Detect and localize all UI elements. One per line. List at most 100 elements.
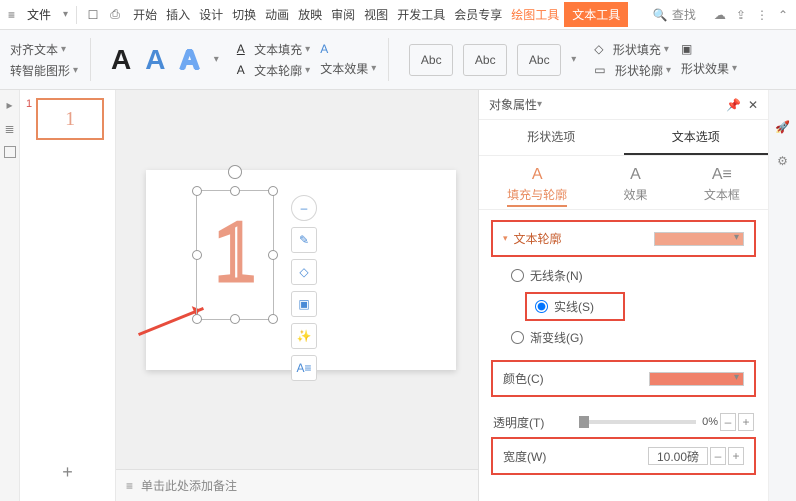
shape-style-1[interactable]: Abc <box>409 44 453 76</box>
opacity-increase[interactable]: + <box>738 413 754 431</box>
tab-design[interactable]: 设计 <box>195 2 227 27</box>
tab-shape-options[interactable]: 形状选项 <box>479 120 624 155</box>
share-icon[interactable]: ⇪ <box>736 8 746 22</box>
style-a1[interactable]: A <box>111 44 131 76</box>
shape-effect-label: 形状效果 <box>681 60 729 77</box>
wordart-styles[interactable]: A A A ▾ <box>103 34 227 85</box>
canvas-area: 1 – ✎ ◇ ▣ ✨ A≡ ≡ 单击此处添加备注 <box>116 90 478 501</box>
cloud-icon[interactable]: ☁ <box>714 8 726 22</box>
style-a3[interactable]: A <box>180 44 200 76</box>
shape-style-3[interactable]: Abc <box>517 44 561 76</box>
tab-insert[interactable]: 插入 <box>162 2 194 27</box>
more-icon[interactable]: ⋮ <box>756 8 768 22</box>
ribbon: 对齐文本▾ 转智能图形▾ A A A ▾ A 文本填充▾ A 文本轮廓▾ A 文… <box>0 30 796 90</box>
resize-handle[interactable] <box>268 250 278 260</box>
smart-graphic-button[interactable]: 转智能图形▾ <box>10 62 78 79</box>
search-box[interactable]: 🔍 查找 <box>653 6 696 23</box>
settings-icon[interactable]: ⚙ <box>777 154 788 168</box>
color-label: 颜色(C) <box>503 370 583 387</box>
tab-transition[interactable]: 切换 <box>228 2 260 27</box>
opacity-label: 透明度(T) <box>493 414 573 431</box>
tab-view[interactable]: 视图 <box>360 2 392 27</box>
notes-icon: ≡ <box>126 479 133 493</box>
resize-handle[interactable] <box>268 314 278 324</box>
resize-handle[interactable] <box>230 314 240 324</box>
rocket-icon[interactable]: 🚀 <box>775 120 790 134</box>
style-a2[interactable]: A <box>145 44 165 76</box>
resize-handle[interactable] <box>192 250 202 260</box>
resize-handle[interactable] <box>268 186 278 196</box>
width-increase[interactable]: + <box>728 447 744 465</box>
dropdown-icon[interactable]: ▾ <box>63 9 68 20</box>
tool-text-format[interactable]: A≡ <box>291 355 317 381</box>
text-fill-button[interactable]: A 文本填充▾ <box>237 41 310 58</box>
tab-member[interactable]: 会员专享 <box>450 2 506 27</box>
slide-view-icon[interactable] <box>4 146 16 158</box>
tab-animation[interactable]: 动画 <box>261 2 293 27</box>
thumbnail-1[interactable]: 1 <box>36 98 104 140</box>
title-bar: ≡ 文件 ▾ ☐ ⎙ 开始 插入 设计 切换 动画 放映 审阅 视图 开发工具 … <box>0 0 796 30</box>
shape-styles[interactable]: Abc Abc Abc ▾ <box>401 34 584 85</box>
subtab-effect[interactable]: A效果 <box>623 166 647 203</box>
selected-textbox[interactable]: 1 <box>196 190 274 320</box>
subtab-fill-outline[interactable]: A填充与轮廓 <box>507 166 567 203</box>
pin-icon[interactable]: 📌 <box>726 98 741 112</box>
opacity-decrease[interactable]: – <box>720 413 736 431</box>
collapse-icon[interactable]: ▾ <box>503 233 508 244</box>
tool-fill[interactable]: ◇ <box>291 259 317 285</box>
floating-toolbar: – ✎ ◇ ▣ ✨ A≡ <box>291 195 317 381</box>
tool-highlight[interactable]: ✨ <box>291 323 317 349</box>
properties-panel: 对象属性 ▾ 📌 ✕ 形状选项 文本选项 A填充与轮廓 A效果 A≡文本框 ▾ 文… <box>478 90 768 501</box>
tab-text-tools[interactable]: 文本工具 <box>564 2 628 27</box>
collapse-ribbon-icon[interactable]: ⌃ <box>778 8 788 22</box>
tab-text-options[interactable]: 文本选项 <box>624 120 769 155</box>
text-outline-button[interactable]: A 文本轮廓▾ <box>237 62 310 79</box>
shape-style-2[interactable]: Abc <box>463 44 507 76</box>
search-label: 查找 <box>672 6 696 23</box>
radio-no-line[interactable]: 无线条(N) <box>511 267 756 284</box>
shape-effect-button[interactable]: ▣ <box>681 42 737 56</box>
radio-solid-line[interactable]: 实线(S) <box>525 292 625 321</box>
outline-color-preview[interactable] <box>654 232 744 246</box>
outline-icon[interactable]: ▸ <box>6 98 12 112</box>
tab-review[interactable]: 审阅 <box>327 2 359 27</box>
outline-section-highlight: ▾ 文本轮廓 <box>491 220 756 257</box>
shape-outline-button[interactable]: ▭ 形状轮廓▾ <box>594 62 671 79</box>
close-icon[interactable]: ✕ <box>748 98 758 112</box>
wordart-text[interactable]: 1 <box>197 191 273 311</box>
shape-fill-button[interactable]: ◇ 形状填充▾ <box>594 41 671 58</box>
menu-icon[interactable]: ≡ <box>8 8 15 22</box>
file-menu[interactable]: 文件 <box>21 4 57 25</box>
slide[interactable]: 1 – ✎ ◇ ▣ ✨ A≡ <box>146 170 456 370</box>
color-picker[interactable] <box>649 372 744 386</box>
opacity-slider[interactable] <box>579 420 696 424</box>
rotate-handle[interactable] <box>228 165 242 179</box>
thumb-number-1: 1 <box>26 98 32 140</box>
tool-collapse[interactable]: – <box>291 195 317 221</box>
resize-handle[interactable] <box>230 186 240 196</box>
section-outline-title: 文本轮廓 <box>514 230 562 247</box>
tool-pen[interactable]: ✎ <box>291 227 317 253</box>
panel-title: 对象属性 <box>489 96 537 113</box>
notes-placeholder: 单击此处添加备注 <box>141 477 237 494</box>
print-icon[interactable]: ⎙ <box>107 7 123 23</box>
tab-draw-tools[interactable]: 绘图工具 <box>507 2 563 27</box>
resize-handle[interactable] <box>192 314 202 324</box>
add-slide-button[interactable]: + <box>26 462 109 483</box>
tab-dev[interactable]: 开发工具 <box>393 2 449 27</box>
save-icon[interactable]: ☐ <box>85 7 101 23</box>
radio-gradient-line[interactable]: 渐变线(G) <box>511 329 756 346</box>
window-actions: ☁ ⇪ ⋮ ⌃ <box>714 8 788 22</box>
tab-show[interactable]: 放映 <box>294 2 326 27</box>
tab-start[interactable]: 开始 <box>129 2 161 27</box>
text-effect-button[interactable]: A <box>320 42 376 56</box>
text-effect-label: 文本效果 <box>320 60 368 77</box>
resize-handle[interactable] <box>192 186 202 196</box>
notes-bar[interactable]: ≡ 单击此处添加备注 <box>116 469 478 501</box>
width-value[interactable]: 10.00磅 <box>648 447 708 465</box>
list-icon[interactable]: ≣ <box>4 122 14 136</box>
width-decrease[interactable]: – <box>710 447 726 465</box>
align-text-button[interactable]: 对齐文本▾ <box>10 41 78 58</box>
subtab-textbox[interactable]: A≡文本框 <box>704 166 740 203</box>
tool-paste[interactable]: ▣ <box>291 291 317 317</box>
